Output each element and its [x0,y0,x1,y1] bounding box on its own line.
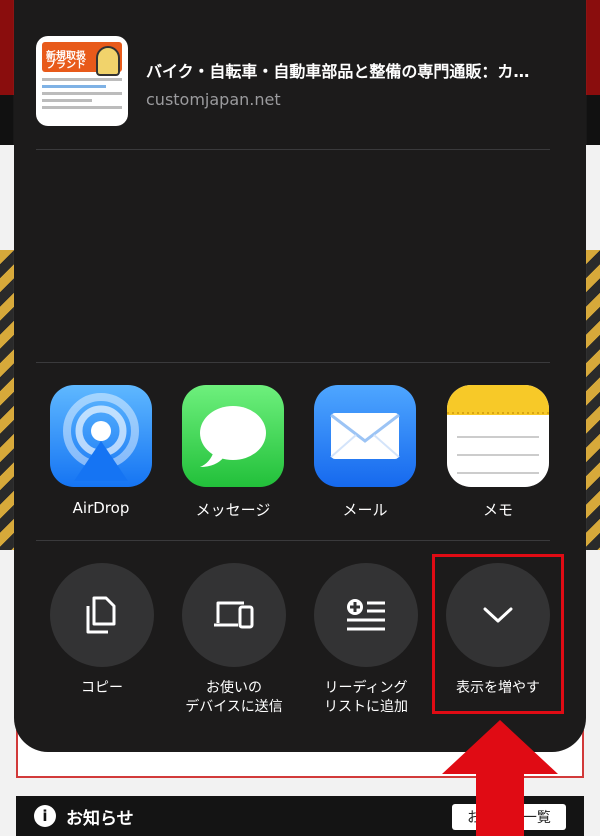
highlight-box [432,554,564,714]
divider-bottom [36,540,550,541]
reading-list-label: リーディング リストに追加 [324,680,408,715]
mascot-icon [96,46,120,76]
info-icon: i [34,805,56,827]
share-app-mail[interactable]: メール [313,385,417,520]
bg-stripes-right [586,250,600,550]
share-app-messages[interactable]: メッセージ [181,385,285,520]
share-app-notes[interactable]: メモ [446,385,550,520]
airdrop-label: AirDrop [72,499,130,517]
thumbnail-text-lines [42,78,122,113]
red-arrow-indicator [442,720,558,836]
action-send-to-device[interactable]: お使いの デバイスに送信 [174,563,294,717]
page-url: customjapan.net [146,90,281,109]
notice-title: お知らせ [66,808,134,829]
copy-label: コピー [81,680,123,696]
share-app-airdrop[interactable]: AirDrop [49,385,153,517]
page-thumbnail: 新規取扱 ブランド [36,36,128,126]
copy-button[interactable] [50,563,154,667]
messages-label: メッセージ [195,501,271,519]
copy-icon [86,596,116,634]
page-title: バイク・自転車・自動車部品と整備の専門通販：カ… [146,62,530,81]
link-preview: 新規取扱 ブランド バイク・自転車・自動車部品と整備の専門通販：カ… custo… [36,36,536,126]
notes-label: メモ [482,501,513,519]
preview-text: バイク・自転車・自動車部品と整備の専門通販：カ… customjapan.net [146,36,529,109]
divider-top [36,149,550,150]
send-to-device-icon [214,601,254,629]
action-reading-list[interactable]: リーディング リストに追加 [306,563,426,717]
reading-list-add-icon [347,599,385,631]
action-copy[interactable]: コピー [42,563,162,698]
notes-icon [447,385,549,487]
send-to-device-label: お使いの デバイスに送信 [185,680,283,715]
mail-label: メール [342,501,388,519]
divider-middle [36,362,550,363]
send-to-device-button[interactable] [182,563,286,667]
messages-icon [182,385,284,487]
reading-list-button[interactable] [314,563,418,667]
thumbnail-text-2: ブランド [46,60,86,71]
mail-icon [314,385,416,487]
airdrop-icon [50,385,152,487]
